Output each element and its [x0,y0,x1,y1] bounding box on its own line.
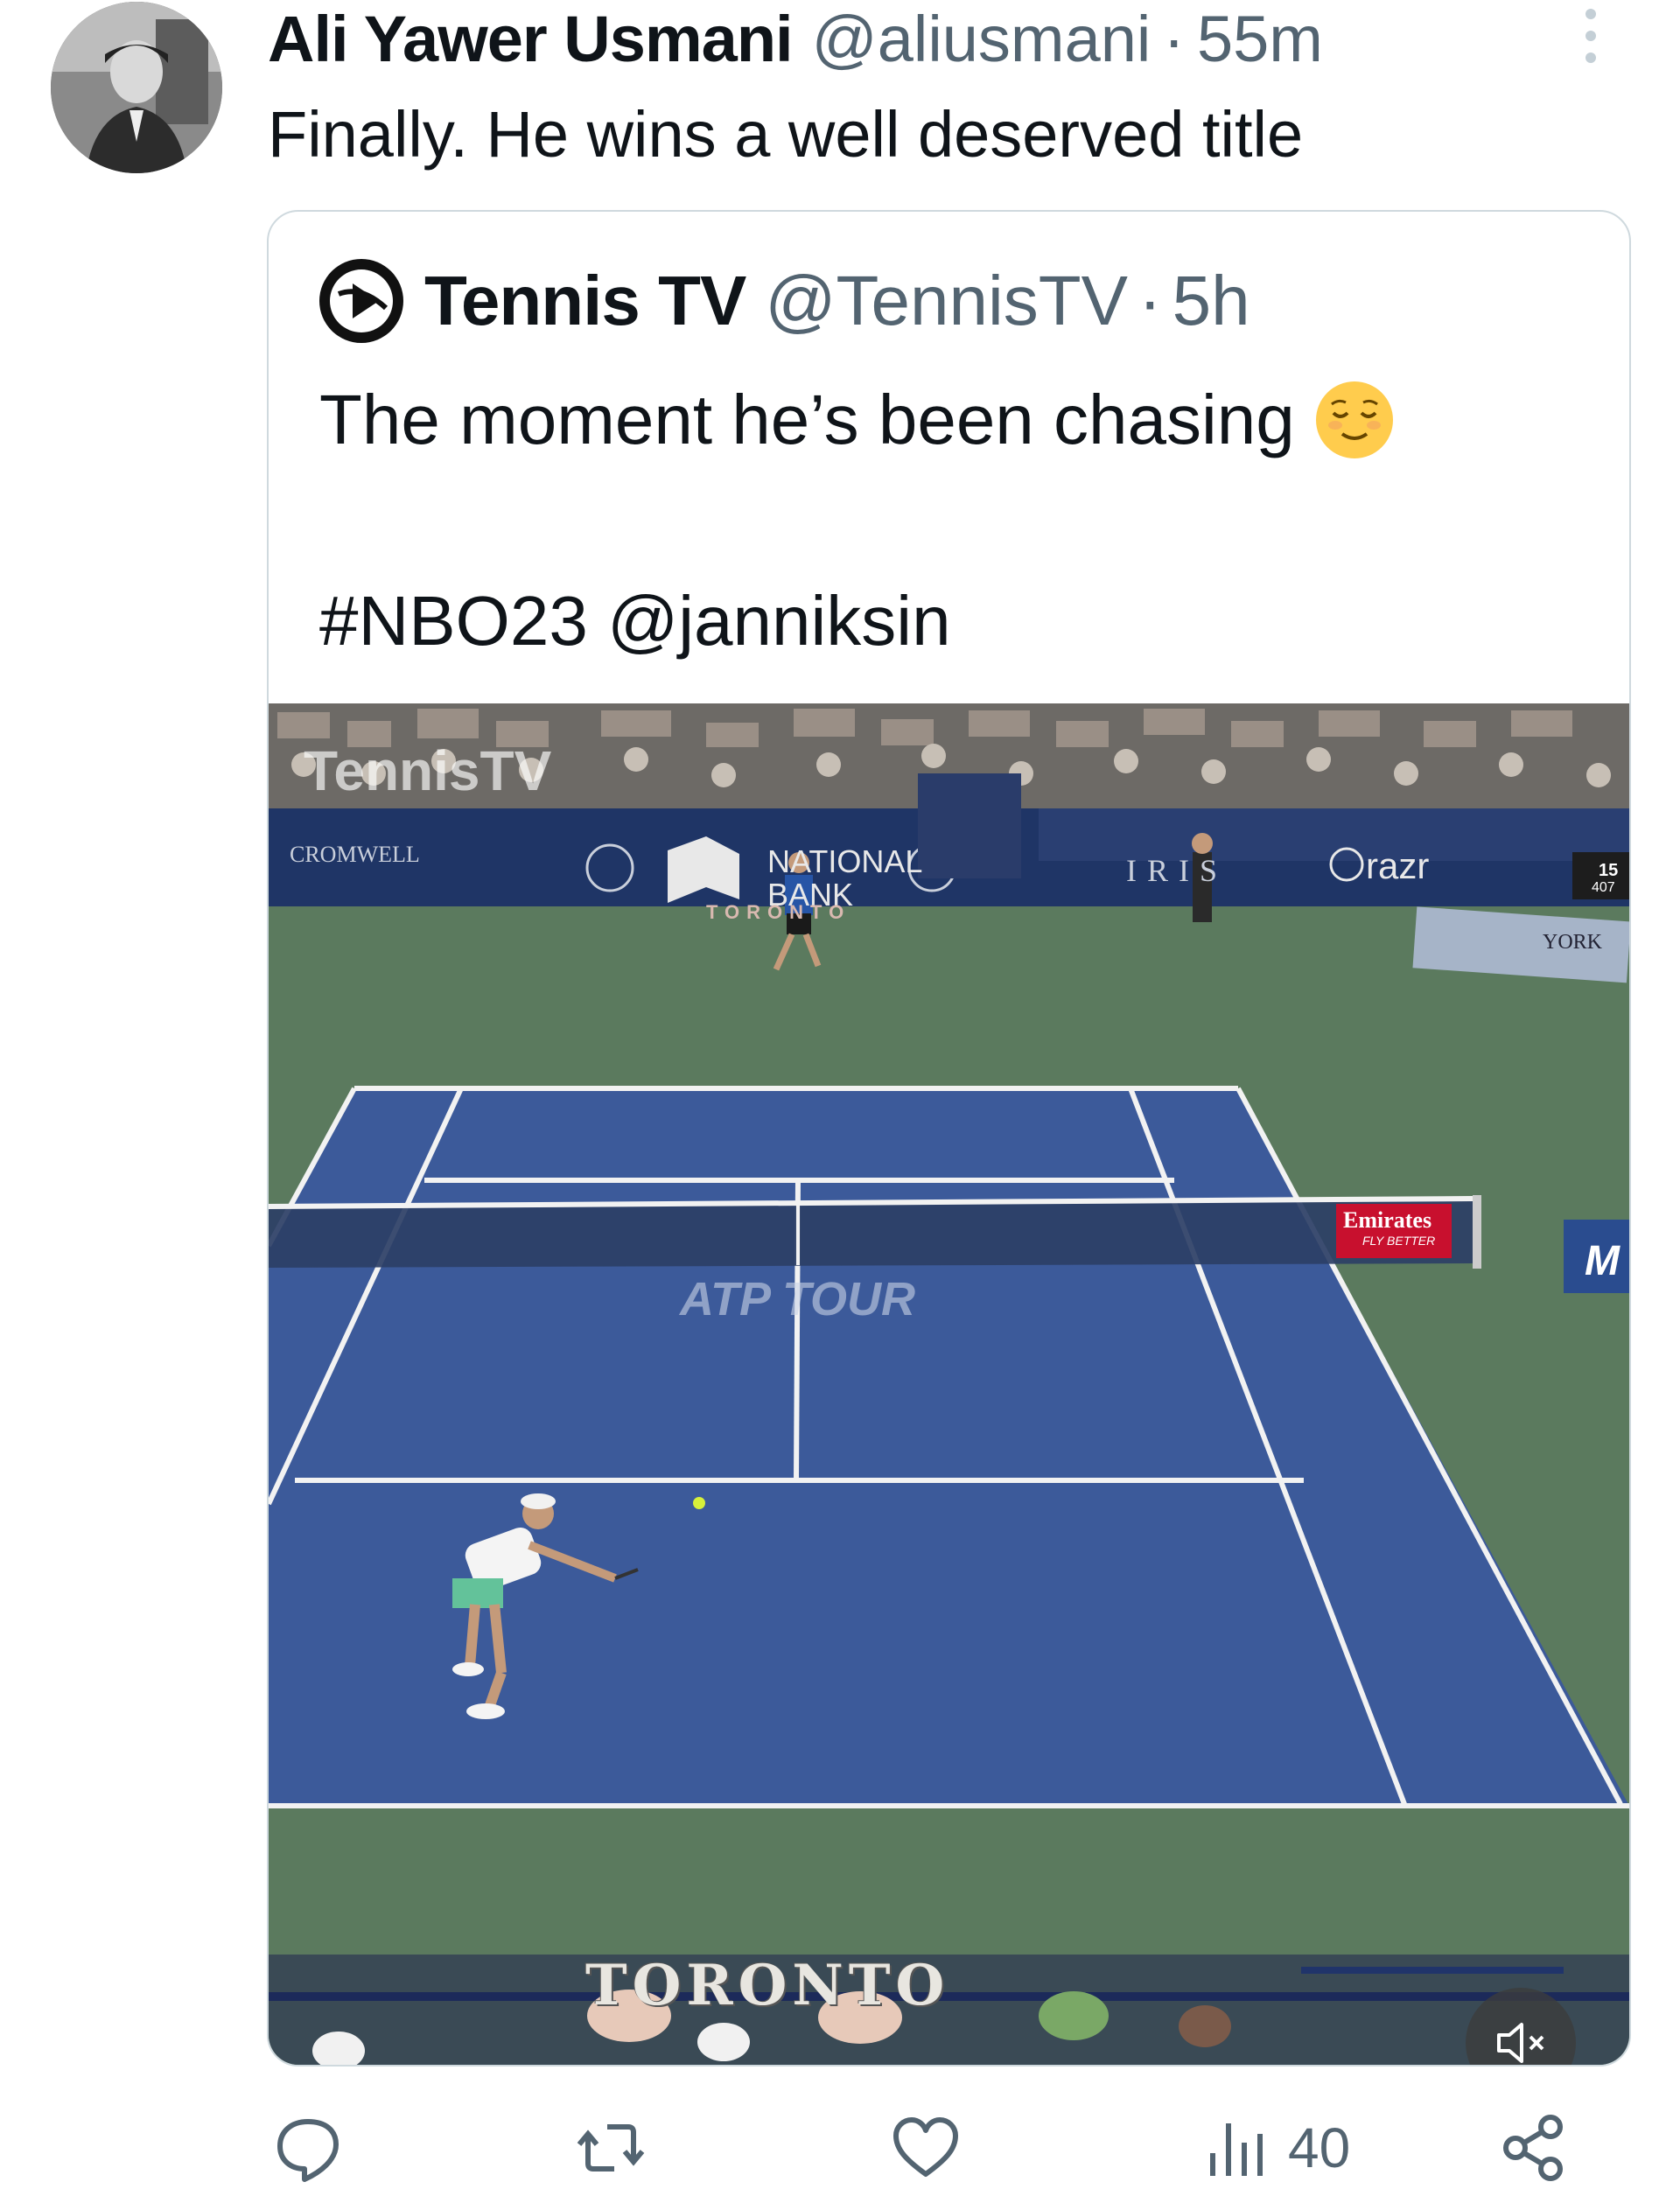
razr-sign: razr [1366,845,1430,886]
share-icon [1503,2115,1563,2181]
retweet-icon [577,2124,645,2172]
national-bank-sign-line-1: NATIONAL [767,843,923,879]
tweet-time[interactable]: 55m [1197,2,1323,77]
tennis-court-scene [269,703,1629,2065]
emirates-tagline: FLY BETTER [1362,1234,1436,1248]
quoted-tweet-card[interactable]: Tennis TV @TennisTV · 5h The moment he’s… [267,210,1631,2067]
avatar-photo [51,2,222,173]
like-button[interactable] [889,2100,962,2196]
separator-dot: · [1138,262,1162,339]
author-name[interactable]: Ali Yawer Usmani [268,2,794,77]
separator-dot: · [1163,3,1185,75]
tweet-action-bar: 40 [0,2100,1680,2196]
scoreboard-15: 15 [1599,861,1619,880]
tennistv-watermark: TennisTV [304,739,552,802]
toronto-bottom-sign: TORONTO [585,1953,950,2018]
quoted-time: 5h [1172,262,1250,339]
york-sign: YORK [1543,931,1603,954]
share-button[interactable] [1498,2100,1572,2196]
avatar[interactable] [51,2,222,173]
scoreboard-407: 407 [1592,880,1615,895]
relieved-face-icon [1315,381,1393,458]
atp-tour-logo: ATP TOUR [680,1273,915,1325]
cromwell-sign: CROMWELL [290,842,420,867]
quoted-header: Tennis TV @TennisTV · 5h [319,257,1250,345]
toronto-court-text: TORONTO [706,901,851,923]
more-options-icon[interactable] [1580,5,1601,66]
quoted-text-line-1: The moment he’s been chasing [319,376,1395,464]
retweet-button[interactable] [574,2100,648,2196]
video-media[interactable]: TennisTV CROMWELL NATIONAL BANK IRIS raz… [269,703,1629,2065]
quoted-author-name[interactable]: Tennis TV [424,261,746,341]
quoted-text: The moment he’s been chasing [319,381,1295,458]
iris-sign: IRIS [1126,853,1228,888]
tennis-tv-logo-icon [319,259,403,343]
reply-icon [277,2119,339,2182]
quoted-hashtags: #NBO23 @janniksin [319,582,951,660]
m-sign: M [1585,1238,1620,1284]
speaker-muted-icon [1497,2023,1544,2063]
tweet-header: Ali Yawer Usmani @aliusmani · 55m [268,2,1323,77]
heart-icon [893,2117,958,2177]
views-button[interactable]: 40 [1200,2100,1350,2196]
tweet-text: Finally. He wins a well deserved title [268,98,1304,171]
views-icon [1210,2123,1263,2176]
reply-button[interactable] [271,2100,345,2196]
views-count: 40 [1288,2116,1351,2179]
emirates-sign: Emirates [1343,1207,1432,1233]
quoted-author-handle[interactable]: @TennisTV [765,261,1128,341]
author-handle[interactable]: @aliusmani [812,2,1152,77]
